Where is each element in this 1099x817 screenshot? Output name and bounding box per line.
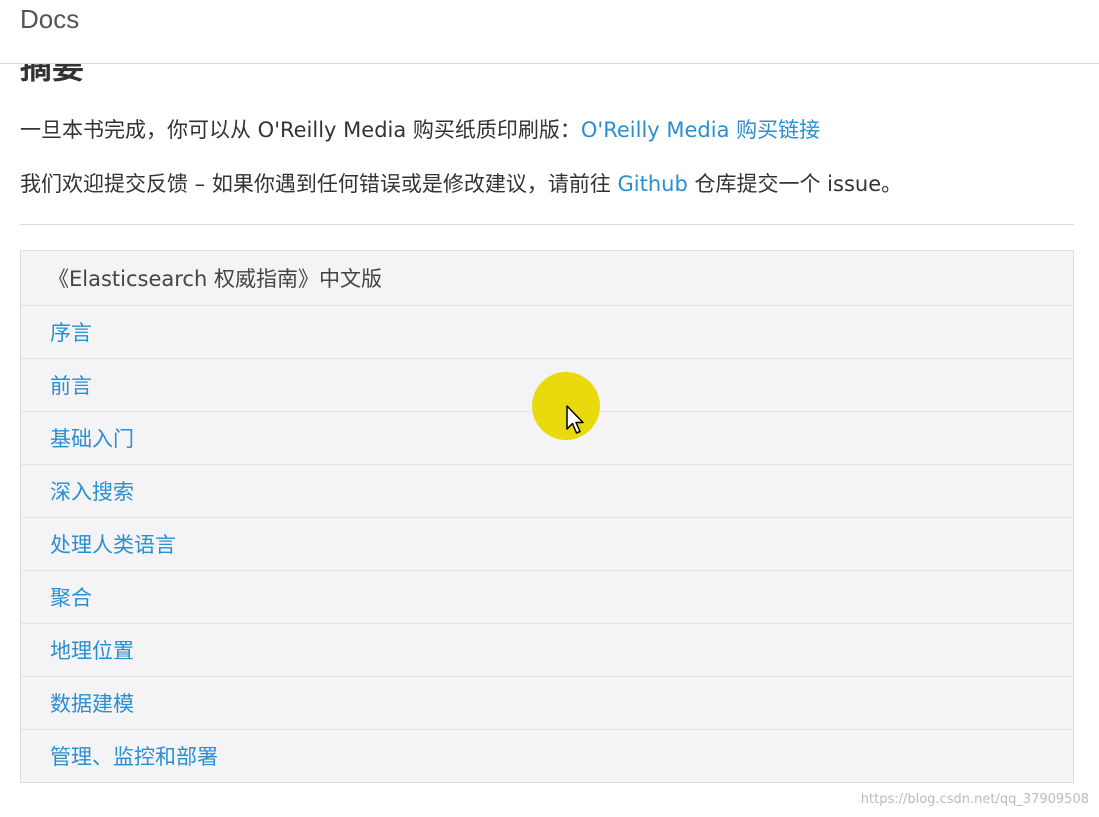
table-of-contents: 《Elasticsearch 权威指南》中文版 序言 前言 基础入门 深入搜索 …	[20, 250, 1074, 783]
brand-logo-text[interactable]: Docs	[20, 4, 79, 35]
arrow-cursor-icon	[565, 405, 585, 439]
toc-item-data-modeling[interactable]: 数据建模	[21, 676, 1073, 729]
github-link[interactable]: Github	[618, 172, 688, 196]
feedback-text-after: 仓库提交一个 issue。	[687, 172, 903, 196]
toc-title: 《Elasticsearch 权威指南》中文版	[48, 267, 382, 291]
feedback-paragraph: 我们欢迎提交反馈 – 如果你遇到任何错误或是修改建议，请前往 Github 仓库…	[20, 168, 902, 198]
watermark: https://blog.csdn.net/qq_37909508	[860, 792, 1089, 807]
toc-item-geolocation[interactable]: 地理位置	[21, 623, 1073, 676]
toc-item-administration[interactable]: 管理、监控和部署	[21, 729, 1073, 782]
toc-item-human-language[interactable]: 处理人类语言	[21, 517, 1073, 570]
top-navbar: Docs	[0, 0, 1099, 64]
purchase-paragraph: 一旦本书完成，你可以从 O'Reilly Media 购买纸质印刷版：O'Rei…	[20, 114, 820, 144]
purchase-text: 一旦本书完成，你可以从 O'Reilly Media 购买纸质印刷版：	[20, 118, 581, 142]
toc-item-aggregations[interactable]: 聚合	[21, 570, 1073, 623]
toc-item-search-in-depth[interactable]: 深入搜索	[21, 464, 1073, 517]
divider	[20, 224, 1074, 225]
feedback-text-before: 我们欢迎提交反馈 – 如果你遇到任何错误或是修改建议，请前往	[20, 172, 618, 196]
toc-item-preface[interactable]: 序言	[21, 305, 1073, 358]
oreilly-purchase-link[interactable]: O'Reilly Media 购买链接	[581, 118, 820, 142]
